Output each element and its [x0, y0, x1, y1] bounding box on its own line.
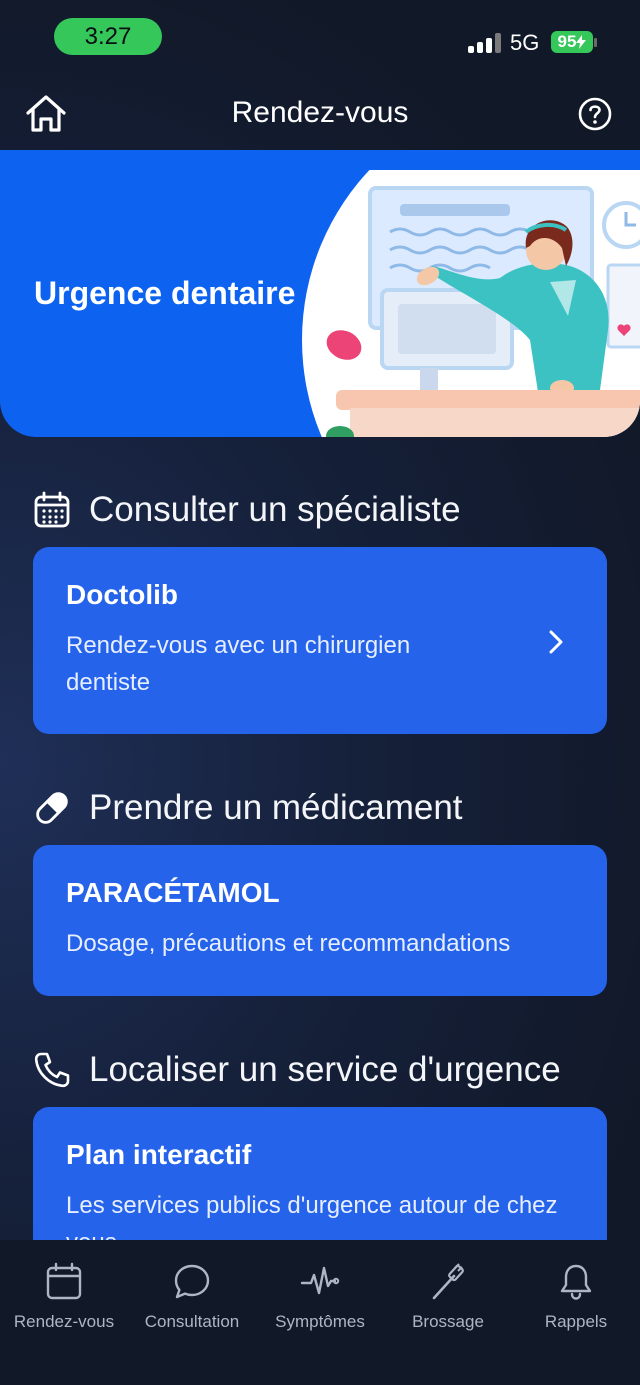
battery-cap [594, 38, 597, 47]
tab-consultation[interactable]: Consultation [128, 1262, 256, 1332]
receptionist-illustration [302, 170, 640, 437]
section-title: Prendre un médicament [89, 788, 463, 827]
card-title: Plan interactif [66, 1139, 252, 1170]
battery-level: 95 [557, 32, 577, 51]
card-title: Doctolib [66, 579, 178, 610]
tab-rappels[interactable]: Rappels [512, 1262, 640, 1332]
status-bar: 3:27 5G 95 [0, 0, 640, 80]
section-emergency-header: Localiser un service d'urgence [32, 1050, 561, 1090]
bell-icon [560, 1264, 592, 1300]
tab-label: Symptômes [275, 1312, 365, 1331]
help-circle-icon [578, 97, 612, 131]
tab-symptomes[interactable]: Symptômes [256, 1262, 384, 1332]
card-description: Rendez-vous avec un chirurgien dentiste [66, 632, 411, 696]
bottom-tab-bar: Rendez-vous Consultation Symptômes Bross… [0, 1240, 640, 1385]
section-title: Consulter un spécialiste [89, 490, 461, 529]
heartbeat-icon [300, 1266, 340, 1295]
section-title: Localiser un service d'urgence [89, 1050, 561, 1089]
toothbrush-icon [432, 1263, 464, 1300]
signal-icon [468, 33, 502, 53]
tab-rendez-vous[interactable]: Rendez-vous [0, 1262, 128, 1332]
chat-bubble-icon [174, 1264, 210, 1299]
phone-icon [34, 1052, 70, 1088]
section-medication-header: Prendre un médicament [32, 788, 463, 828]
page-title: Rendez-vous [231, 96, 409, 129]
app-screen: 3:27 5G 95 Rendez-vous Urgence dentaire … [0, 0, 640, 1385]
status-time: 3:27 [54, 18, 162, 55]
battery-icon: 95 [551, 31, 593, 53]
pill-icon [36, 792, 68, 824]
banner-title: Urgence dentaire [34, 275, 296, 311]
tab-label: Rendez-vous [13, 1312, 115, 1331]
tab-label: Rappels [544, 1312, 608, 1331]
top-header: Rendez-vous [0, 80, 640, 150]
help-button[interactable] [577, 96, 613, 132]
network-label: 5G [510, 30, 540, 55]
paracetamol-card[interactable]: PARACÉTAMOL Dosage, précautions et recom… [33, 845, 607, 996]
emergency-banner[interactable]: Urgence dentaire [0, 150, 640, 437]
doctolib-card[interactable]: Doctolib Rendez-vous avec un chirurgien … [33, 547, 607, 734]
charging-icon [576, 35, 587, 49]
card-title: PARACÉTAMOL [66, 877, 280, 908]
tab-label: Consultation [144, 1312, 240, 1331]
tab-label: Brossage [412, 1312, 484, 1331]
card-description: Dosage, précautions et recommandations [66, 930, 511, 957]
calendar-icon [46, 1262, 82, 1300]
section-specialist-header: Consulter un spécialiste [32, 490, 461, 530]
tab-brossage[interactable]: Brossage [384, 1262, 512, 1332]
chevron-right-icon [549, 630, 563, 654]
calendar-icon [34, 491, 70, 528]
